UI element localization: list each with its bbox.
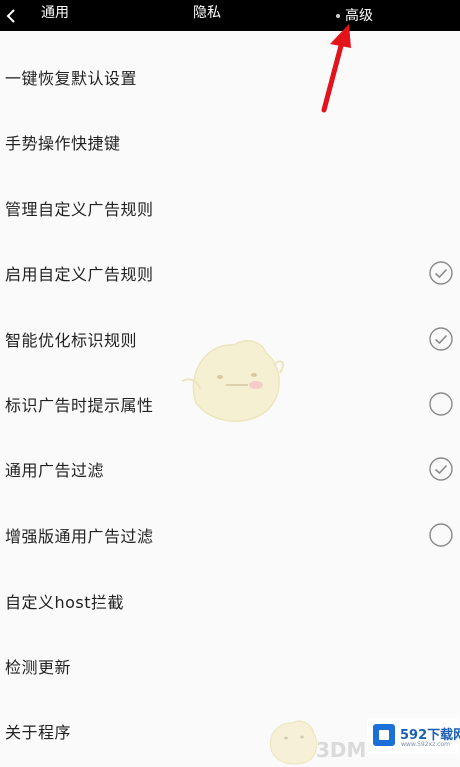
list-item-label: 标识广告时提示属性 <box>5 395 154 415</box>
list-item-label: 启用自定义广告规则 <box>5 264 154 284</box>
tab-advanced[interactable]: 高级 <box>336 0 373 31</box>
list-item-label: 增强版通用广告过滤 <box>5 526 154 546</box>
tab-general[interactable]: 通用 <box>41 0 69 31</box>
list-item-label: 管理自定义广告规则 <box>5 199 154 219</box>
top-bar: 通用 隐私 高级 <box>0 0 460 31</box>
site-watermark-badge: 592下载网 www.592xz.com <box>367 718 460 754</box>
checked-circle-icon[interactable] <box>429 260 453 285</box>
mascot-watermark-small <box>269 720 318 765</box>
gesture-shortcuts-item[interactable]: 手势操作快捷键 <box>0 109 460 174</box>
site-watermark-url: www.592xz.com <box>401 741 450 748</box>
enhanced-ad-filter-item[interactable]: 增强版通用广告过滤 <box>0 502 460 567</box>
list-item-label: 手势操作快捷键 <box>5 133 121 153</box>
site-logo-icon <box>373 724 395 746</box>
list-item-label: 智能优化标识规则 <box>5 330 138 350</box>
brand-watermark: 3DM <box>316 738 367 762</box>
unchecked-circle-icon[interactable] <box>429 522 453 547</box>
custom-host-block-item[interactable]: 自定义host拦截 <box>0 568 460 633</box>
manage-ad-rules-item[interactable]: 管理自定义广告规则 <box>0 175 460 240</box>
back-button[interactable] <box>0 0 22 31</box>
mascot-watermark <box>181 340 284 422</box>
tab-privacy[interactable]: 隐私 <box>193 0 221 31</box>
tab-advanced-label: 高级 <box>345 7 373 24</box>
active-tab-indicator <box>336 13 340 18</box>
list-item-label: 一键恢复默认设置 <box>5 68 138 88</box>
checked-circle-icon[interactable] <box>429 326 453 351</box>
check-update-item[interactable]: 检测更新 <box>0 633 460 698</box>
unchecked-circle-icon[interactable] <box>429 391 453 416</box>
restore-defaults-item[interactable]: 一键恢复默认设置 <box>0 44 460 109</box>
list-item-label: 检测更新 <box>5 657 72 677</box>
chevron-left-icon <box>6 8 15 23</box>
list-item-label: 通用广告过滤 <box>5 460 105 480</box>
general-ad-filter-item[interactable]: 通用广告过滤 <box>0 436 460 501</box>
list-item-label: 关于程序 <box>5 722 72 742</box>
list-item-label: 自定义host拦截 <box>5 592 125 612</box>
enable-custom-ad-rules-item[interactable]: 启用自定义广告规则 <box>0 240 460 305</box>
checked-circle-icon[interactable] <box>429 456 453 481</box>
